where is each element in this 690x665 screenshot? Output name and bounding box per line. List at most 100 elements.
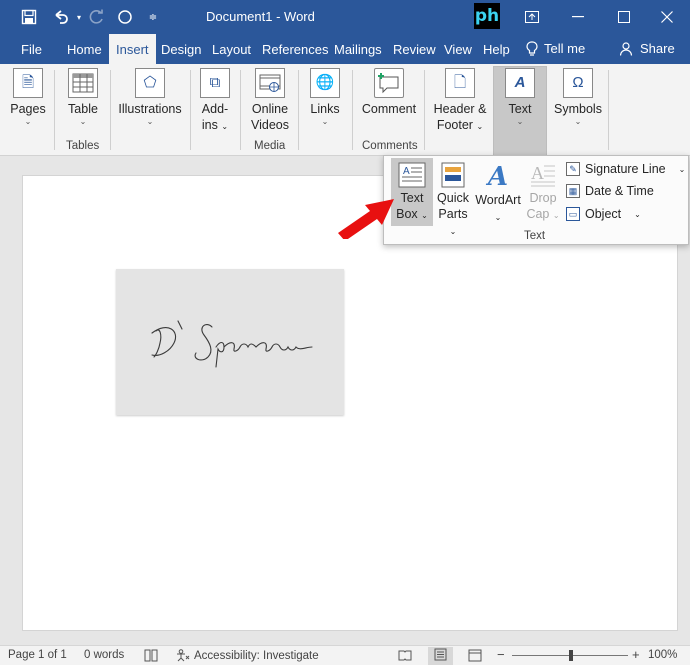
omega-icon: Ω [563,68,593,98]
text-icon: A [505,68,535,98]
page-count[interactable]: Page 1 of 1 [8,649,67,661]
accessibility-icon [177,649,190,662]
signature-line-button[interactable]: ✎ Signature Line ⌄ [566,159,685,179]
zoom-out-icon[interactable]: − [497,647,505,662]
illustrations-button[interactable]: ⬠ Illustrations ⌄ [116,68,184,127]
pages-button[interactable]: 🗎 Pages ⌄ [8,68,48,127]
ribbon-insert: 🗎 Pages ⌄ Table ⌄ Tables ⬠ Illustrations… [0,64,690,156]
share-person-icon [620,42,633,56]
proofing-icon[interactable] [144,649,158,665]
group-separator [240,70,241,150]
quick-parts-label-2: Parts [438,207,468,221]
print-layout-icon[interactable] [428,647,453,665]
group-label-tables: Tables [66,140,100,152]
group-separator [608,70,609,150]
symbols-button[interactable]: Ω Symbols ⌄ [553,68,603,127]
tab-insert[interactable]: Insert [109,34,156,64]
text-dropdown-panel: A Text Box ⌄ Quick Parts ⌄ A WordArt ⌄ A… [383,155,689,245]
accessibility-label: Accessibility: Investigate [194,649,319,662]
read-mode-icon[interactable] [398,649,412,664]
tab-view[interactable]: View [437,34,479,64]
tab-review[interactable]: Review [386,34,443,64]
add-ins-button[interactable]: ⧉ Add- ins ⌄ [196,68,234,135]
tab-home[interactable]: Home [60,34,109,64]
group-label-comments: Comments [362,140,418,152]
text-box-icon: A [398,162,426,188]
share-label: Share [640,41,675,56]
table-label: Table [68,102,98,116]
ribbon-display-icon[interactable] [509,0,555,34]
tab-references[interactable]: References [255,34,335,64]
chevron-down-icon: ⌄ [634,209,641,219]
lightbulb-icon [526,41,538,56]
customize-icon[interactable]: ≑ [142,6,164,28]
table-button[interactable]: Table ⌄ [62,68,104,127]
object-label: Object [585,207,622,221]
web-layout-icon[interactable] [468,649,482,665]
drop-cap-label-2: Cap [526,207,550,221]
ribbon-tabs: File Home Insert Design Layout Reference… [0,34,690,64]
group-separator [54,70,55,150]
online-video-icon [255,68,285,98]
drop-cap-icon: A [531,163,555,187]
chevron-down-icon: ⌄ [421,211,428,220]
header-footer-button[interactable]: 🗋 Header & Footer ⌄ [430,68,490,135]
text-button[interactable]: A Text ⌄ [497,68,543,127]
illustrations-icon: ⬠ [135,68,165,98]
watermark-logo: ph [474,3,500,29]
svg-text:A: A [403,166,410,177]
wordart-icon: A [487,162,509,192]
new-comment-icon [374,68,404,98]
maximize-icon[interactable] [601,0,647,34]
zoom-in-icon[interactable]: + [632,647,640,662]
links-button[interactable]: 🌐 Links ⌄ [306,68,344,127]
chevron-down-icon: ⌄ [24,117,32,126]
add-ins-label-2: ins [201,118,218,132]
window-title: Document1 - Word [206,9,315,24]
red-arrow-annotation [338,199,394,239]
share-button[interactable]: Share [620,34,675,64]
chevron-down-icon: ⌄ [516,117,524,126]
tab-layout[interactable]: Layout [205,34,258,64]
signature-line-label: Signature Line [585,162,666,176]
tab-help[interactable]: Help [476,34,517,64]
date-time-button[interactable]: ▦ Date & Time [566,181,654,201]
chevron-down-icon: ⌄ [552,211,560,220]
word-count[interactable]: 0 words [84,649,124,661]
illustrations-label: Illustrations [118,102,182,116]
signature-image[interactable] [116,269,344,415]
wordart-label: WordArt [475,193,521,207]
comment-button[interactable]: Comment [358,68,420,117]
signature-line-icon: ✎ [566,162,580,176]
title-bar: ▾ ≑ Document1 - Word ph [0,0,690,34]
zoom-level[interactable]: 100% [648,649,677,661]
group-separator [298,70,299,150]
group-separator [352,70,353,150]
redo-icon[interactable] [86,6,108,28]
chevron-down-icon: ⌄ [221,122,229,131]
zoom-slider-thumb[interactable] [569,650,573,661]
chevron-down-icon: ⌄ [449,227,457,236]
calendar-icon: ▦ [566,184,580,198]
drop-cap-button[interactable]: A Drop Cap ⌄ [524,158,562,226]
tab-file[interactable]: File [14,34,49,64]
minimize-icon[interactable] [555,0,601,34]
accessibility-status[interactable]: Accessibility: Investigate [176,649,319,662]
chevron-down-icon: ⌄ [476,122,484,131]
table-icon [68,68,98,98]
quick-parts-button[interactable]: Quick Parts ⌄ [434,158,472,236]
group-separator [424,70,425,150]
online-videos-button[interactable]: Online Videos [248,68,292,133]
tab-mailings[interactable]: Mailings [327,34,389,64]
autosave-icon[interactable] [114,6,136,28]
save-icon[interactable] [18,6,40,28]
tell-me-search[interactable]: Tell me [526,34,585,64]
wordart-button[interactable]: A WordArt ⌄ [472,158,524,226]
tab-design[interactable]: Design [154,34,208,64]
text-box-label-2: Box [396,207,418,221]
text-box-label-1: Text [400,191,424,205]
header-footer-label-2: Footer [436,118,473,132]
object-button[interactable]: ▭ Object ⌄ [566,204,641,224]
close-icon[interactable] [644,0,690,34]
pages-label: Pages [10,102,46,116]
